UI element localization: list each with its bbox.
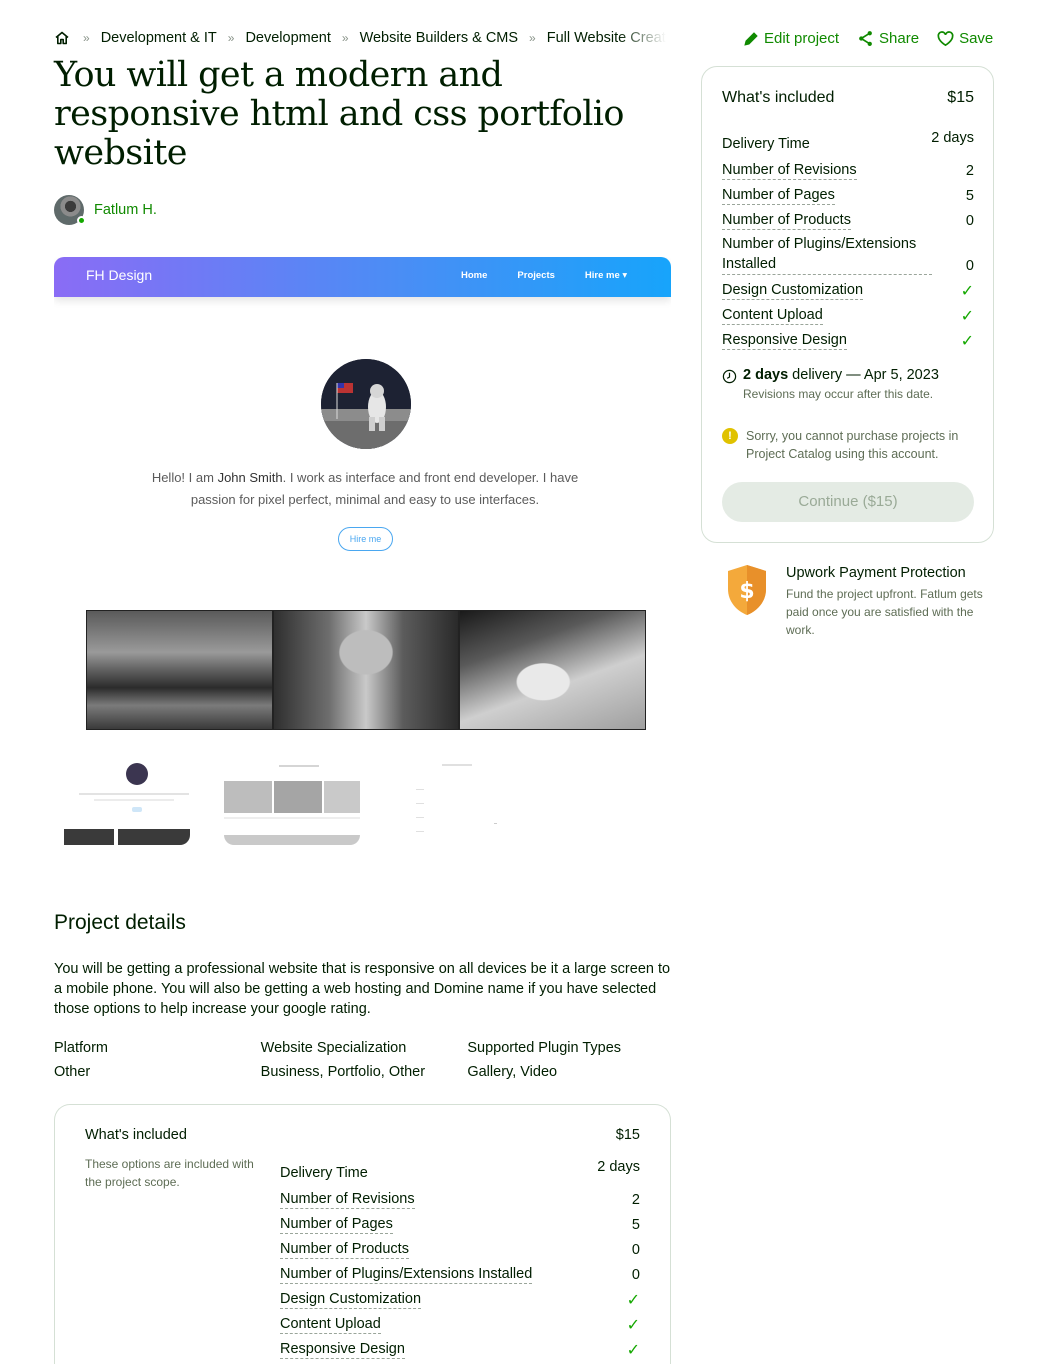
section-price: $15 [615,1127,640,1143]
project-preview-image[interactable]: FH Design Home Projects Hire me ▾ Hello!… [54,257,671,737]
preview-profile-photo [321,359,411,449]
included-row: Number of Pages 5 [722,187,974,205]
preview-landscape-photo [87,611,272,729]
check-icon: ✓ [960,283,974,300]
included-row: Number of Plugins/Extensions Installed 0 [722,236,974,275]
whats-included-section: What's included These options are includ… [54,1104,671,1364]
section-subtext: These options are included with the proj… [85,1157,254,1189]
check-icon: ✓ [626,1342,640,1359]
section-heading: What's included [85,1127,187,1143]
breadcrumb-separator: » [341,31,349,45]
pencil-icon [744,31,758,46]
protection-title: Upwork Payment Protection [786,565,966,581]
included-row: Number of Plugins/Extensions Installed 0 [280,1266,640,1284]
attribute-platform: Platform Other [54,1040,108,1080]
included-row: Responsive Design ✓ [280,1341,640,1359]
breadcrumb-link[interactable]: Full Website Creat [547,30,666,46]
thumbnail-2[interactable] [224,757,360,845]
breadcrumb-separator: » [227,31,235,45]
breadcrumb-separator: » [83,31,90,45]
save-button[interactable]: Save [937,30,993,47]
included-options-list: Delivery Time 2 days Number of Revisions 2… [722,129,974,350]
card-header: What's included $15 [722,89,974,107]
preview-image-strip [86,610,646,730]
save-label: Save [959,30,994,47]
delivery-estimate: 2 days delivery — Apr 5, 2023 Revisions … [722,367,939,401]
clock-icon [722,369,737,384]
attribute-plugin-types: Supported Plugin Types Gallery, Video [467,1040,622,1080]
preview-nav-links: Home Projects Hire me ▾ [461,270,627,281]
included-row: Number of Products 0 [280,1241,640,1259]
page-title: You will get a modern and responsive htm… [54,55,624,173]
preview-nav-home: Home [461,270,488,281]
included-row: Responsive Design ✓ [722,332,974,350]
included-row: Design Customization ✓ [280,1291,640,1309]
breadcrumb-link[interactable]: Development [245,30,330,46]
home-icon[interactable] [54,30,70,46]
thumbnail-1[interactable] [54,757,190,845]
breadcrumb-link[interactable]: Development & IT [101,30,217,46]
included-row: Content Upload ✓ [280,1316,640,1334]
preview-navbar: FH Design Home Projects Hire me ▾ [54,257,671,297]
project-description: You will be getting a professional websi… [54,961,671,1017]
continue-button[interactable]: Continue ($15) [722,482,974,522]
included-row: Delivery Time 2 days [722,130,974,152]
whats-included-card: What's included $15 Delivery Time 2 days … [701,66,994,543]
share-button[interactable]: Share [857,30,919,47]
thumbnail-3[interactable] [394,757,530,845]
preview-brand: FH Design [86,267,153,283]
preview-nav-hire: Hire me ▾ [584,270,628,281]
included-row: Design Customization ✓ [722,282,974,300]
delivery-note: Revisions may occur after this date. [743,387,934,401]
breadcrumb-link[interactable]: Website Builders & CMS [360,30,518,46]
included-row: Number of Revisions 2 [722,162,974,180]
preview-intro-text: Hello! I am John Smith. I work as interf… [151,470,579,507]
included-options-list: Delivery Time 2 days Number of Revisions 2… [280,1157,640,1359]
payment-protection: $ Upwork Payment Protection Fund the pro… [724,563,984,639]
share-icon [859,31,872,46]
edit-project-button[interactable]: Edit project [743,30,839,47]
preview-desk-photo [460,611,646,729]
check-icon: ✓ [960,308,974,325]
breadcrumb-separator: » [529,31,536,45]
preview-hire-button: Hire me [338,527,393,551]
check-icon: ✓ [626,1292,640,1309]
project-details-title: Project details [54,911,186,934]
attribute-specialization: Website Specialization Business, Portfol… [260,1040,426,1080]
breadcrumb: » Development & IT » Development » Websi… [54,30,666,46]
included-row: Delivery Time 2 days [280,1159,640,1181]
heart-icon [937,30,954,46]
included-row: Number of Products 0 [722,212,974,230]
included-row: Content Upload ✓ [722,307,974,325]
seller-info[interactable]: Fatlum H. [54,195,157,225]
shield-dollar-icon: $ [728,565,766,615]
preview-nav-projects: Projects [517,270,555,281]
project-attributes: Platform Other Website Specialization Bu… [54,1040,674,1080]
svg-text:$: $ [739,579,754,604]
avatar[interactable] [54,195,86,225]
seller-name[interactable]: Fatlum H. [94,202,157,218]
share-label: Share [879,30,920,47]
edit-project-label: Edit project [764,30,840,47]
protection-text: Fund the project upfront. Fatlum gets pa… [786,587,983,637]
preview-thumbnails [54,757,530,847]
included-row: Number of Revisions 2 [280,1191,640,1209]
warning-icon: ! [722,428,738,444]
online-status-dot [77,216,86,225]
preview-beach-photo [273,611,459,729]
check-icon: ✓ [960,333,974,350]
check-icon: ✓ [626,1317,640,1334]
included-row: Number of Pages 5 [280,1216,640,1234]
card-price: $15 [947,89,974,106]
purchase-warning: ! Sorry, you cannot purchase projects in… [722,427,993,463]
project-actions: Edit project Share Save [743,30,1011,47]
card-heading: What's included [722,89,835,106]
